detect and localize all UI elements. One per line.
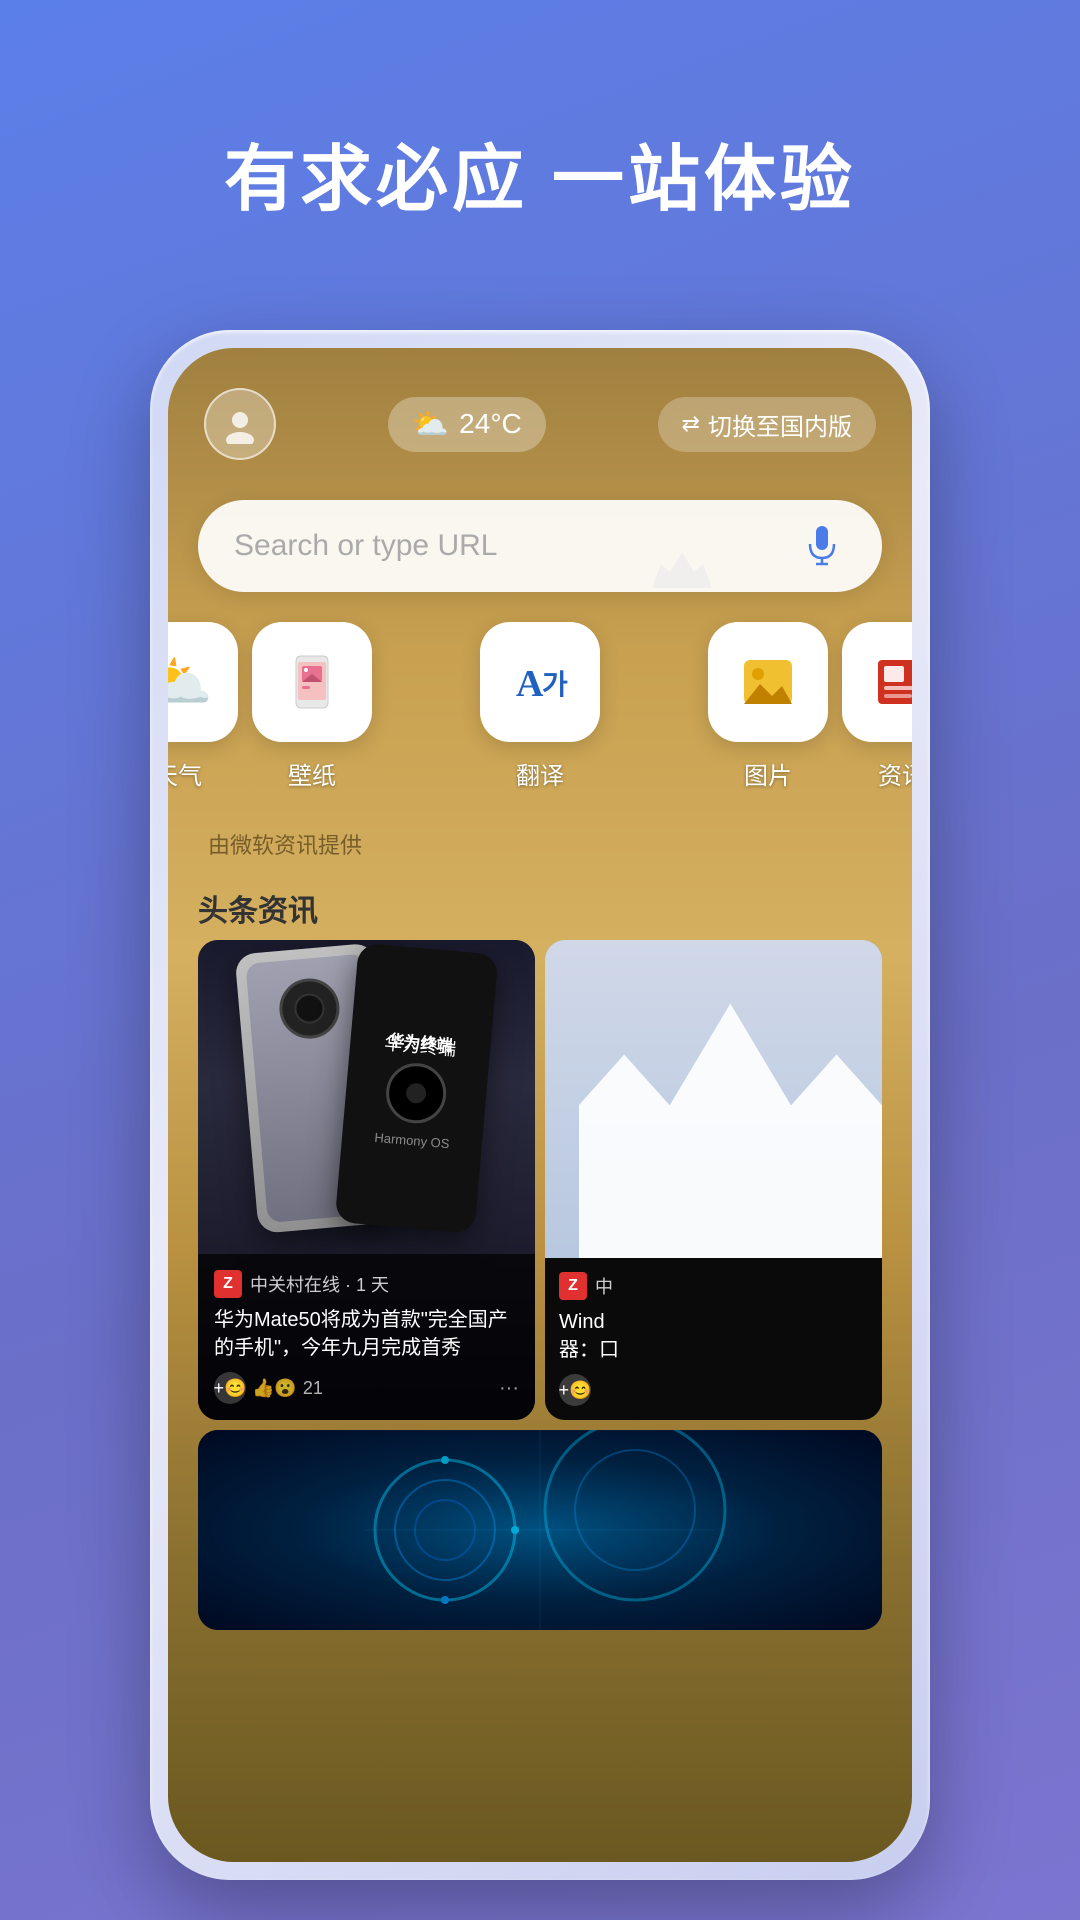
reaction-emojis-1: 👍😮 [252,1378,297,1399]
mic-icon[interactable] [798,522,846,570]
weather-icon: ⛅ [412,407,449,442]
weather-badge: ⛅ 24°C [388,397,546,452]
news-grid: 华为终端 Harmony OS Z [168,940,912,1420]
source-name-2: 中 [595,1273,613,1299]
shortcut-wallpaper[interactable]: 壁纸 [242,622,382,791]
ms-attribution: 由微软资讯提供 [168,812,912,866]
source-name-1: 中关村在线 · 1 天 [250,1271,389,1297]
phone-screen: ⛅ 24°C ⇄ 切换至国内版 Search or type URL [168,348,912,1862]
more-options-icon-1[interactable]: ··· [499,1377,519,1400]
search-bar[interactable]: Search or type URL [198,500,882,592]
news-card-2[interactable]: Z 中 Wind器：口 +😊 [545,940,882,1420]
card-title-1: 华为Mate50将成为首款"完全国产的手机"，今年九月完成首秀 [214,1306,519,1362]
user-avatar[interactable] [204,388,276,460]
shortcut-weather[interactable]: ⛅ 天气 [168,622,248,791]
weather-app-icon: ⛅ [168,622,238,742]
shortcut-news[interactable]: 资讯 [832,622,912,791]
svg-text:A: A [516,663,544,705]
reaction-add-icon-2[interactable]: +😊 [559,1374,591,1406]
shortcut-translate[interactable]: A 가 翻译 [470,622,610,791]
news-app-icon [842,622,912,742]
source-logo-2: Z [559,1272,587,1300]
news-card-1[interactable]: 华为终端 Harmony OS Z [198,940,535,1420]
top-bar: ⛅ 24°C ⇄ 切换至国内版 [168,348,912,480]
temperature: 24°C [459,408,522,440]
reaction-add-icon-1[interactable]: +😊 [214,1372,246,1404]
news-section-title: 头条资讯 [168,866,912,940]
switch-icon: ⇄ [682,411,700,437]
reaction-count-1: 21 [303,1378,323,1399]
card-title-2: Wind器：口 [559,1308,868,1364]
shortcut-photos[interactable]: 图片 [698,622,838,791]
translate-icon: A 가 [480,622,600,742]
phone-frame: ⛅ 24°C ⇄ 切换至国内版 Search or type URL [150,330,930,1880]
wallpaper-icon [252,622,372,742]
news-card-bottom[interactable] [198,1430,882,1630]
news-label: 资讯 [878,756,912,791]
weather-label: 天气 [168,756,202,791]
search-placeholder-text: Search or type URL [234,529,497,563]
wallpaper-label: 壁纸 [288,756,336,791]
source-logo-1: Z [214,1270,242,1298]
photos-label: 图片 [744,756,792,791]
switch-region-button[interactable]: ⇄ 切换至国内版 [658,397,876,452]
photos-icon [708,622,828,742]
phone-wrapper: ⛅ 24°C ⇄ 切换至国内版 Search or type URL [150,330,930,1880]
switch-label: 切换至国内版 [708,407,852,442]
translate-label: 翻译 [516,756,564,791]
headline: 有求必应 一站体验 [0,0,1080,285]
svg-text:가: 가 [542,669,568,701]
